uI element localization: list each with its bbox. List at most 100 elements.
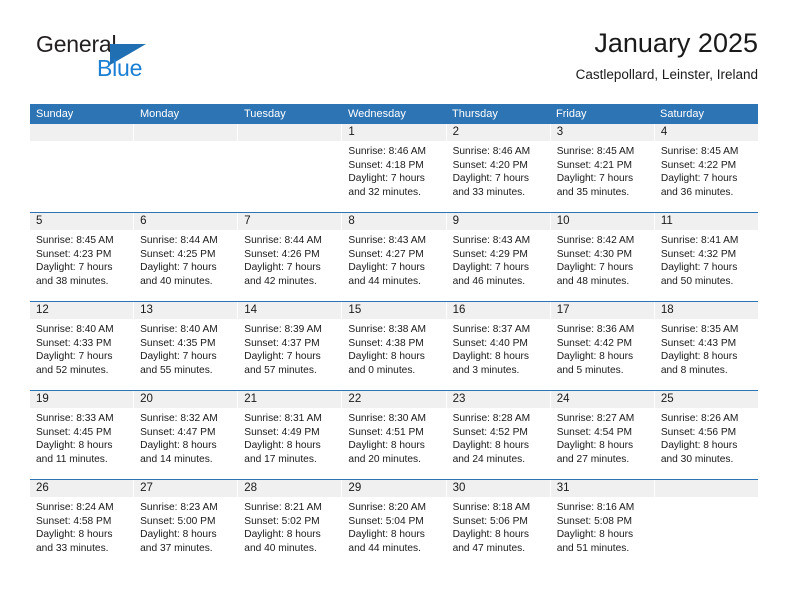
day-number: 9 [446,213,550,230]
daylight-text-line2: and 48 minutes. [556,275,630,287]
daylight-text-line1: Daylight: 7 hours [244,351,321,363]
daylight-text-line1: Daylight: 8 hours [348,440,425,452]
day-cell[interactable]: 11 Sunrise: 8:41 AM Sunset: 4:32 PM Dayl… [654,213,758,301]
daylight-text-line2: and 20 minutes. [348,453,421,465]
weekday-header-wednesday: Wednesday [348,108,406,120]
day-cell[interactable]: 15 Sunrise: 8:38 AM Sunset: 4:38 PM Dayl… [342,302,447,390]
day-cell[interactable]: 8 Sunrise: 8:43 AM Sunset: 4:27 PM Dayli… [342,213,447,301]
day-info: Sunrise: 8:45 AM Sunset: 4:22 PM Dayligh… [655,141,758,199]
daylight-text-line1: Daylight: 7 hours [660,262,738,274]
day-cell[interactable]: 29 Sunrise: 8:20 AM Sunset: 5:04 PM Dayl… [342,480,447,568]
day-info: Sunrise: 8:39 AM Sunset: 4:37 PM Dayligh… [238,319,341,377]
day-cell[interactable]: 28 Sunrise: 8:21 AM Sunset: 5:02 PM Dayl… [238,480,343,568]
daylight-text-line1: Daylight: 7 hours [36,351,113,363]
sunset-text: Sunset: 4:26 PM [244,248,320,260]
day-cell[interactable]: 20 Sunrise: 8:32 AM Sunset: 4:47 PM Dayl… [134,391,239,479]
day-number: 24 [550,391,654,408]
weekday-header-monday: Monday [140,108,180,120]
day-info: Sunrise: 8:30 AM Sunset: 4:51 PM Dayligh… [342,408,445,466]
general-blue-logo[interactable]: General Blue [36,31,196,89]
day-cell[interactable]: 9 Sunrise: 8:43 AM Sunset: 4:29 PM Dayli… [446,213,551,301]
day-number: 30 [446,480,550,497]
day-number [654,480,758,497]
day-number [134,124,238,141]
day-cell[interactable]: 26 Sunrise: 8:24 AM Sunset: 4:58 PM Dayl… [30,480,135,568]
day-cell[interactable]: 4 Sunrise: 8:45 AM Sunset: 4:22 PM Dayli… [654,124,758,212]
sunset-text: Sunset: 4:18 PM [348,159,424,171]
daylight-text-line1: Daylight: 7 hours [140,262,217,274]
day-cell[interactable]: 22 Sunrise: 8:30 AM Sunset: 4:51 PM Dayl… [342,391,447,479]
day-cell[interactable]: 25 Sunrise: 8:26 AM Sunset: 4:56 PM Dayl… [654,391,758,479]
daylight-text-line1: Daylight: 8 hours [660,351,738,363]
day-cell[interactable]: 14 Sunrise: 8:39 AM Sunset: 4:37 PM Dayl… [238,302,343,390]
daylight-text-line1: Daylight: 8 hours [348,351,425,363]
sunrise-text: Sunrise: 8:28 AM [452,413,531,424]
daylight-text-line1: Daylight: 8 hours [452,351,530,363]
day-number [238,124,342,141]
day-cell[interactable]: 21 Sunrise: 8:31 AM Sunset: 4:49 PM Dayl… [238,391,343,479]
day-cell[interactable]: 19 Sunrise: 8:33 AM Sunset: 4:45 PM Dayl… [30,391,135,479]
weekday-header-saturday: Saturday [660,108,705,120]
day-info: Sunrise: 8:18 AM Sunset: 5:06 PM Dayligh… [447,497,550,555]
day-cell[interactable]: 2 Sunrise: 8:46 AM Sunset: 4:20 PM Dayli… [446,124,551,212]
day-info [238,141,341,145]
daylight-text-line2: and 57 minutes. [244,364,317,376]
day-cell[interactable]: 13 Sunrise: 8:40 AM Sunset: 4:35 PM Dayl… [134,302,239,390]
day-cell[interactable]: 24 Sunrise: 8:27 AM Sunset: 4:54 PM Dayl… [550,391,655,479]
sunrise-text: Sunrise: 8:26 AM [660,413,739,424]
day-number: 27 [134,480,238,497]
day-cell[interactable]: 3 Sunrise: 8:45 AM Sunset: 4:21 PM Dayli… [550,124,655,212]
sunset-text: Sunset: 4:45 PM [36,426,112,438]
week-row: 12 Sunrise: 8:40 AM Sunset: 4:33 PM Dayl… [30,301,758,390]
day-cell[interactable]: 30 Sunrise: 8:18 AM Sunset: 5:06 PM Dayl… [446,480,551,568]
day-info [30,141,133,145]
daylight-text-line1: Daylight: 8 hours [556,440,634,452]
day-cell[interactable]: 27 Sunrise: 8:23 AM Sunset: 5:00 PM Dayl… [134,480,239,568]
daylight-text-line2: and 40 minutes. [244,542,317,554]
day-number: 7 [238,213,342,230]
day-info: Sunrise: 8:46 AM Sunset: 4:18 PM Dayligh… [342,141,445,199]
day-cell[interactable]: 16 Sunrise: 8:37 AM Sunset: 4:40 PM Dayl… [446,302,551,390]
sunset-text: Sunset: 4:23 PM [36,248,112,260]
day-cell [30,124,135,212]
daylight-text-line2: and 37 minutes. [140,542,213,554]
day-cell[interactable]: 31 Sunrise: 8:16 AM Sunset: 5:08 PM Dayl… [550,480,655,568]
day-cell[interactable]: 18 Sunrise: 8:35 AM Sunset: 4:43 PM Dayl… [654,302,758,390]
sunset-text: Sunset: 4:27 PM [348,248,424,260]
daylight-text-line1: Daylight: 8 hours [452,529,530,541]
day-info: Sunrise: 8:45 AM Sunset: 4:21 PM Dayligh… [551,141,654,199]
day-number: 25 [654,391,758,408]
daylight-text-line2: and 3 minutes. [452,364,520,376]
day-info: Sunrise: 8:46 AM Sunset: 4:20 PM Dayligh… [447,141,550,199]
day-info: Sunrise: 8:20 AM Sunset: 5:04 PM Dayligh… [342,497,445,555]
weekday-header-row: Sunday Monday Tuesday Wednesday Thursday… [30,104,758,124]
daylight-text-line1: Daylight: 7 hours [660,173,738,185]
sunset-text: Sunset: 5:06 PM [452,515,528,527]
day-cell[interactable]: 7 Sunrise: 8:44 AM Sunset: 4:26 PM Dayli… [238,213,343,301]
daylight-text-line2: and 5 minutes. [556,364,624,376]
sunrise-text: Sunrise: 8:33 AM [36,413,114,424]
sunrise-text: Sunrise: 8:30 AM [348,413,427,424]
day-cell[interactable]: 10 Sunrise: 8:42 AM Sunset: 4:30 PM Dayl… [550,213,655,301]
day-cell[interactable]: 1 Sunrise: 8:46 AM Sunset: 4:18 PM Dayli… [342,124,447,212]
daylight-text-line2: and 17 minutes. [244,453,317,465]
day-cell[interactable]: 5 Sunrise: 8:45 AM Sunset: 4:23 PM Dayli… [30,213,135,301]
daylight-text-line2: and 36 minutes. [660,186,734,198]
day-cell[interactable]: 17 Sunrise: 8:36 AM Sunset: 4:42 PM Dayl… [550,302,655,390]
day-number: 11 [654,213,758,230]
day-cell[interactable]: 12 Sunrise: 8:40 AM Sunset: 4:33 PM Dayl… [30,302,135,390]
sunrise-text: Sunrise: 8:40 AM [140,324,218,335]
daylight-text-line2: and 55 minutes. [140,364,213,376]
day-info: Sunrise: 8:21 AM Sunset: 5:02 PM Dayligh… [238,497,341,555]
sunrise-text: Sunrise: 8:41 AM [660,235,739,246]
calendar-page: General Blue January 2025 Castlepollard,… [0,0,792,612]
daylight-text-line2: and 40 minutes. [140,275,213,287]
sunrise-text: Sunrise: 8:43 AM [452,235,531,246]
sunset-text: Sunset: 4:37 PM [244,337,320,349]
daylight-text-line1: Daylight: 8 hours [348,529,425,541]
day-cell[interactable]: 23 Sunrise: 8:28 AM Sunset: 4:52 PM Dayl… [446,391,551,479]
day-cell[interactable]: 6 Sunrise: 8:44 AM Sunset: 4:25 PM Dayli… [134,213,239,301]
day-info: Sunrise: 8:40 AM Sunset: 4:35 PM Dayligh… [134,319,237,377]
daylight-text-line1: Daylight: 8 hours [452,440,530,452]
daylight-text-line2: and 27 minutes. [556,453,630,465]
